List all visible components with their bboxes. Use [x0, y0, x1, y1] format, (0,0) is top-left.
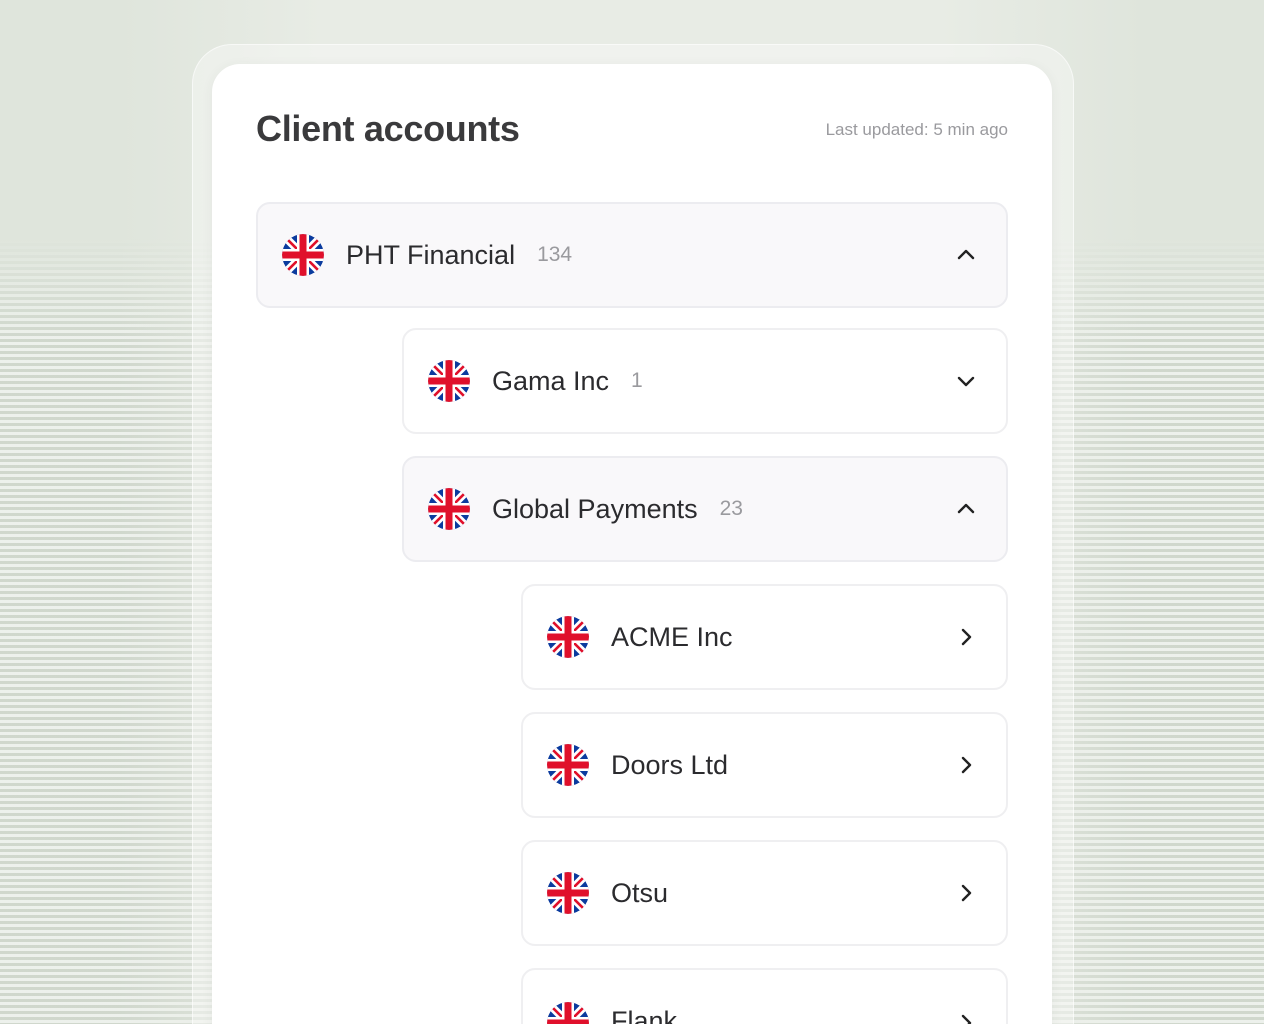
account-count: 23	[719, 497, 743, 520]
uk-flag-icon	[282, 234, 324, 276]
account-row-flank[interactable]: Flank	[521, 968, 1008, 1024]
uk-flag-icon	[547, 872, 589, 914]
account-name: PHT Financial	[346, 239, 516, 270]
chevron-down-icon[interactable]	[954, 369, 978, 393]
account-row-acme-inc[interactable]: ACME Inc	[521, 584, 1008, 690]
account-row-doors-ltd[interactable]: Doors Ltd	[521, 712, 1008, 818]
account-name: Doors Ltd	[611, 749, 729, 780]
uk-flag-icon	[428, 488, 470, 530]
chevron-right-icon[interactable]	[954, 881, 978, 905]
account-count: 134	[537, 243, 573, 266]
chevron-right-icon[interactable]	[954, 1011, 978, 1024]
page-title: Client accounts	[256, 108, 520, 149]
uk-flag-icon	[428, 360, 470, 402]
uk-flag-icon	[547, 1002, 589, 1024]
last-updated-text: Last updated: 5 min ago	[825, 120, 1008, 139]
account-row-global-payments[interactable]: Global Payments 23	[402, 456, 1008, 562]
chevron-right-icon[interactable]	[954, 753, 978, 777]
account-name: Flank	[611, 1006, 678, 1024]
account-row-gama-inc[interactable]: Gama Inc 1	[402, 328, 1008, 434]
account-row-pht-financial[interactable]: PHT Financial 134	[256, 202, 1008, 308]
uk-flag-icon	[547, 744, 589, 786]
account-name: Otsu	[611, 877, 669, 908]
chevron-right-icon[interactable]	[954, 625, 978, 649]
account-name: ACME Inc	[611, 621, 733, 652]
account-name: Global Payments	[492, 493, 698, 524]
chevron-up-icon[interactable]	[954, 497, 978, 521]
account-count: 1	[631, 369, 643, 392]
account-name: Gama Inc	[492, 365, 610, 396]
uk-flag-icon	[547, 616, 589, 658]
account-row-otsu[interactable]: Otsu	[521, 840, 1008, 946]
chevron-up-icon[interactable]	[954, 243, 978, 267]
